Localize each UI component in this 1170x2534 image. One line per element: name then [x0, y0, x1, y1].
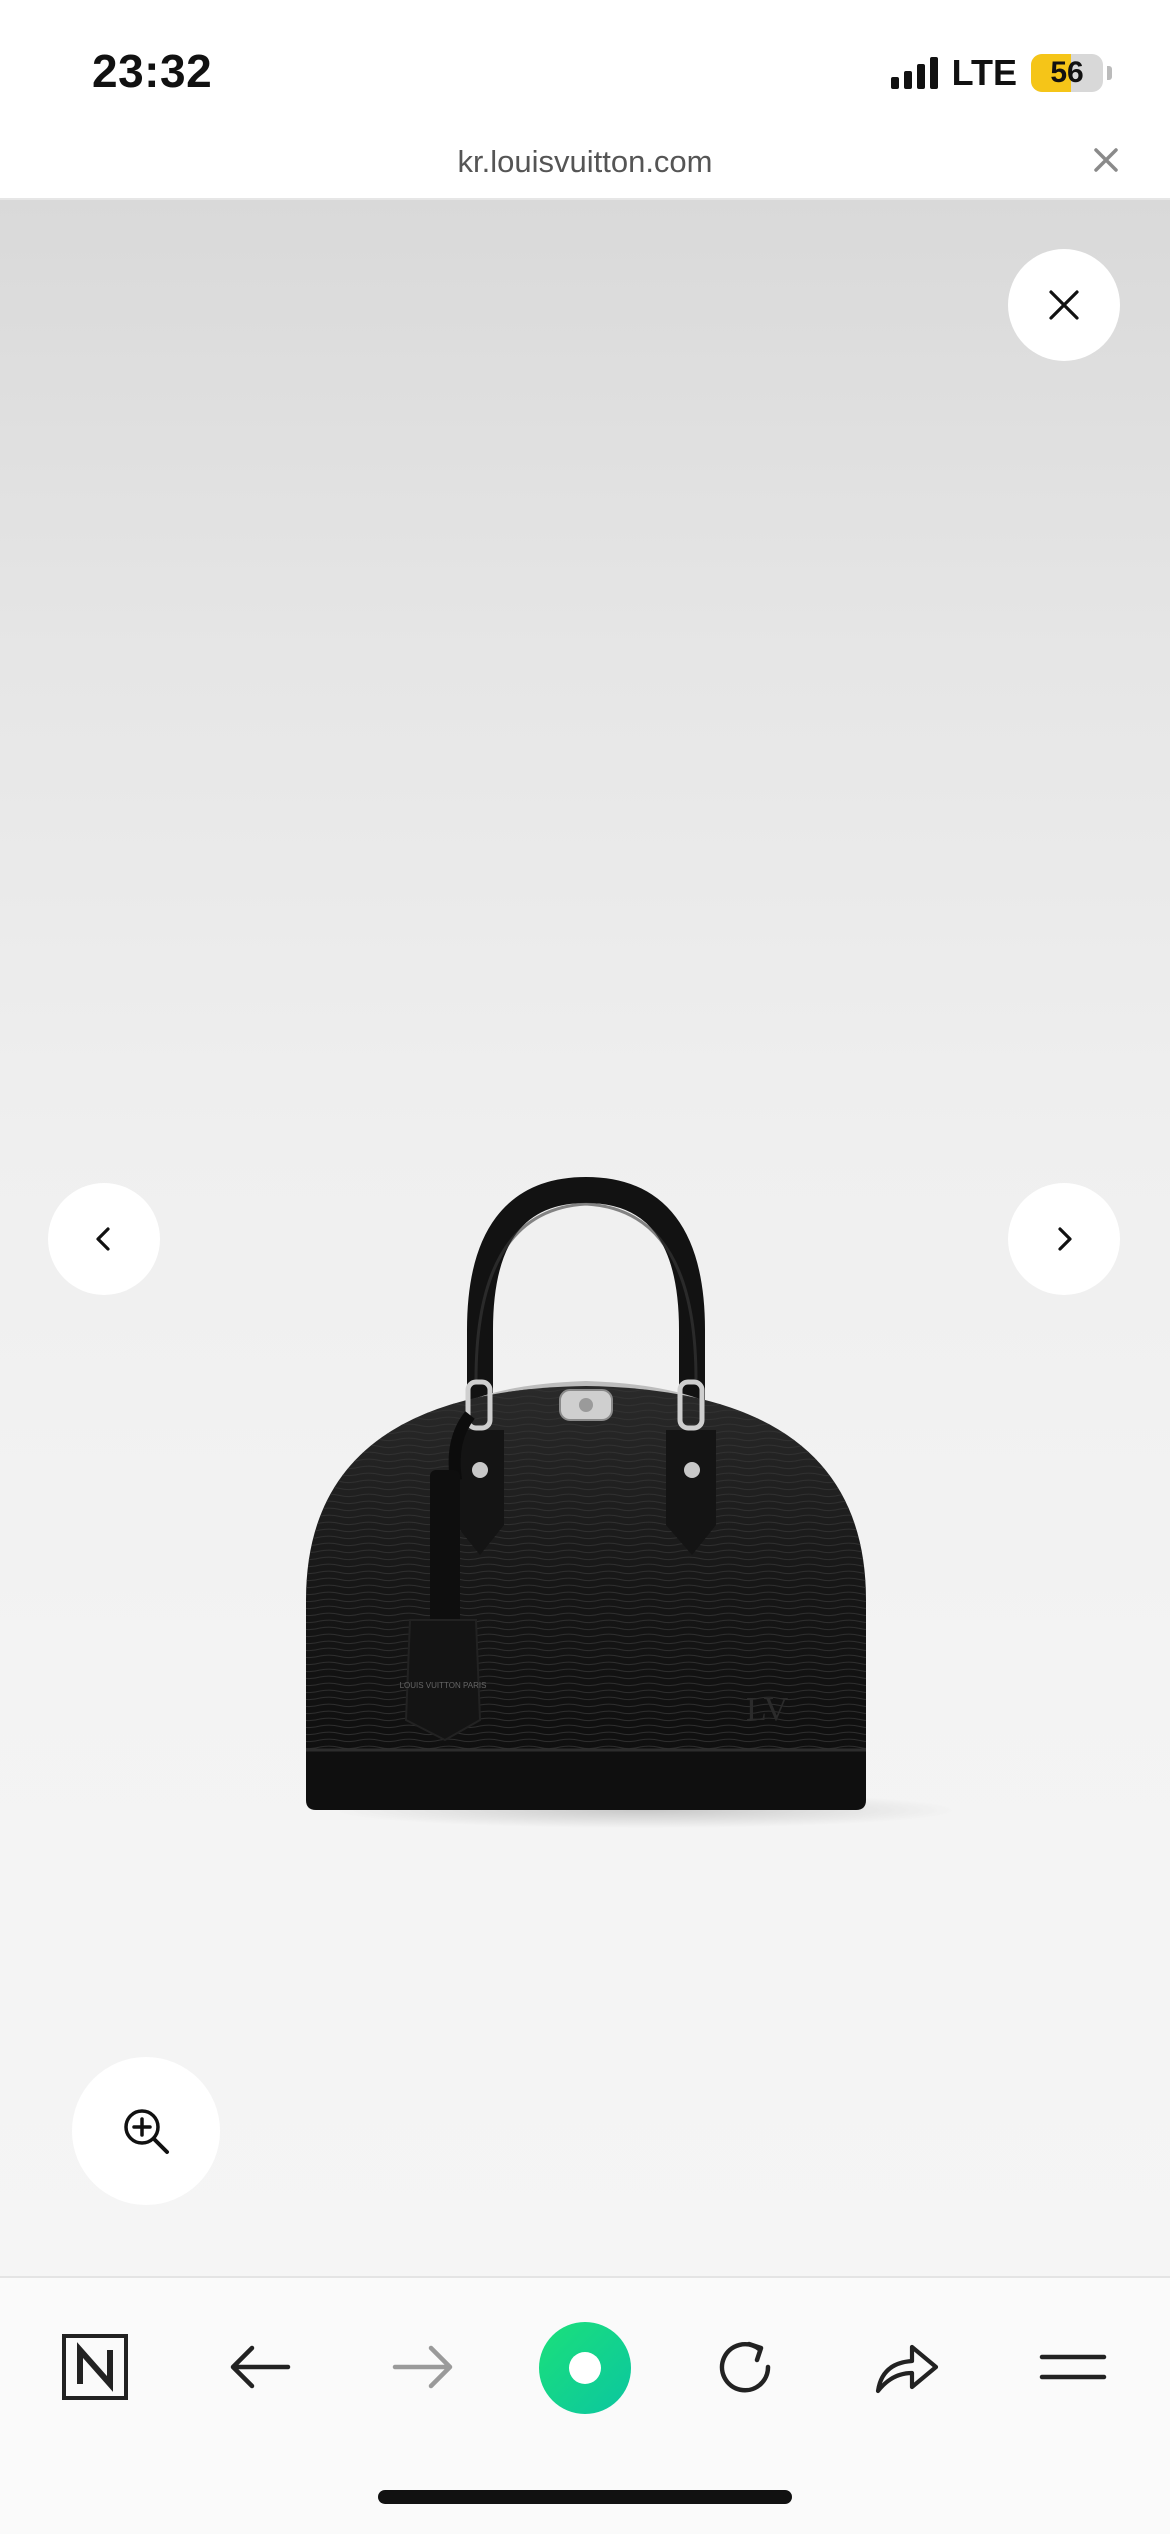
menu-icon [1039, 2354, 1107, 2380]
menu-button[interactable] [1028, 2322, 1118, 2412]
product-image: LOUIS VUITTON PARIS LV [306, 1176, 955, 1828]
zoom-in-icon [124, 2109, 169, 2154]
back-button[interactable] [215, 2322, 305, 2412]
forward-arrow-icon [392, 2345, 453, 2389]
naver-home-icon [62, 2334, 128, 2400]
reload-button[interactable] [700, 2322, 790, 2412]
green-dot-icon [539, 2322, 631, 2414]
close-icon [1049, 290, 1079, 320]
battery-icon: 56 [1031, 54, 1103, 92]
status-time: 23:32 [92, 45, 213, 97]
green-dot-button[interactable] [537, 2320, 633, 2416]
url-text[interactable]: kr.louisvuitton.com [0, 144, 1170, 180]
cellular-signal-icon [890, 57, 938, 89]
product-image-viewer[interactable]: LOUIS VUITTON PARIS LV [0, 200, 1170, 2276]
tag-text: LOUIS VUITTON PARIS [400, 1681, 487, 1690]
back-arrow-icon [230, 2345, 291, 2389]
battery-level: 56 [1050, 56, 1084, 89]
viewer-close-button[interactable] [1008, 249, 1120, 361]
chevron-left-icon [96, 1227, 110, 1251]
share-icon [875, 2344, 939, 2394]
forward-button[interactable] [378, 2322, 468, 2412]
next-image-button[interactable] [1008, 1183, 1120, 1295]
share-button[interactable] [862, 2322, 952, 2412]
reload-icon [719, 2341, 771, 2393]
zoom-button[interactable] [72, 2057, 220, 2205]
battery-cap [1107, 66, 1112, 80]
status-indicators: LTE 56 [890, 50, 1112, 96]
home-indicator[interactable] [378, 2490, 792, 2504]
status-bar: 23:32 LTE 56 [0, 0, 1170, 140]
chevron-right-icon [1058, 1227, 1072, 1251]
naver-home-button[interactable] [50, 2322, 140, 2412]
carrier-label: LTE [951, 52, 1017, 93]
close-icon[interactable] [1086, 140, 1126, 180]
lv-logo: LV [746, 1691, 789, 1728]
previous-image-button[interactable] [48, 1183, 160, 1295]
url-bar[interactable]: kr.louisvuitton.com [0, 140, 1170, 200]
